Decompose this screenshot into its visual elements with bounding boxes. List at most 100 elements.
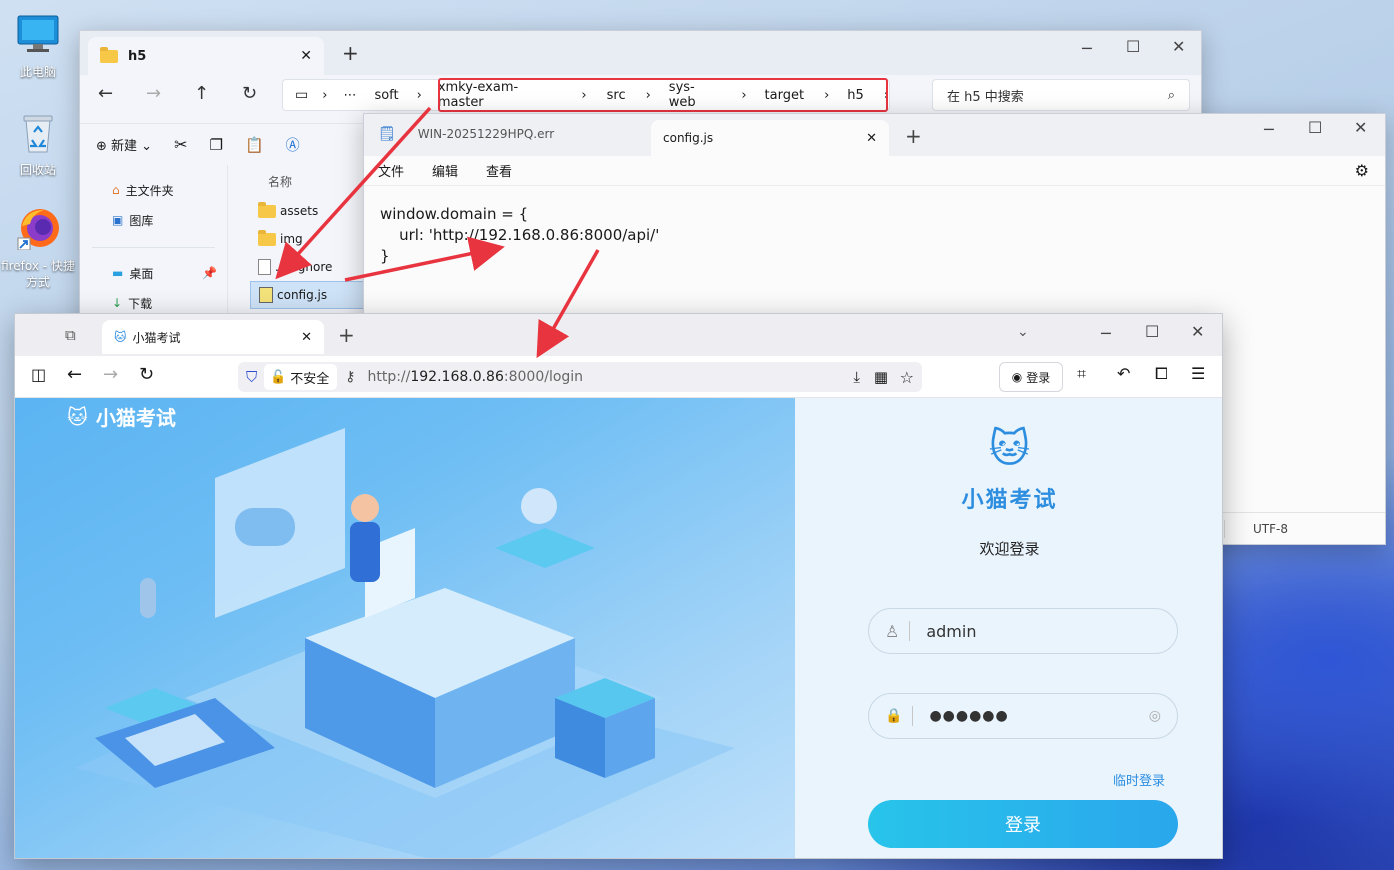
search-icon: ⌕: [1167, 87, 1175, 103]
username-field[interactable]: ♙ admin: [868, 608, 1178, 654]
insecure-lock-icon: 🔓: [270, 369, 287, 385]
nav-item-home[interactable]: ⌂ 主文件夹: [80, 175, 227, 205]
desktop-icon-this-pc[interactable]: 此电脑: [0, 12, 76, 80]
permissions-key-icon[interactable]: ⚷: [345, 369, 355, 385]
forward-icon[interactable]: →: [146, 83, 161, 104]
desktop-icon-firefox[interactable]: firefox - 快捷方式: [0, 206, 76, 290]
file-item[interactable]: .gitignore: [250, 253, 370, 281]
paste-icon[interactable]: 📋: [245, 136, 264, 154]
notepad-tab-title: config.js: [663, 131, 714, 145]
close-window-icon[interactable]: ✕: [1354, 118, 1367, 137]
new-tab-icon[interactable]: +: [338, 323, 355, 347]
close-window-icon[interactable]: ✕: [1191, 322, 1204, 341]
save-page-icon[interactable]: ⤓: [853, 368, 860, 386]
maximize-icon[interactable]: ☐: [1308, 118, 1322, 137]
copy-icon[interactable]: ❐: [209, 136, 222, 154]
folder-icon: [100, 46, 118, 63]
notepad-icon: 🗒: [378, 126, 396, 142]
lock-icon: 🔒: [885, 708, 903, 724]
isometric-office-illustration: [75, 428, 735, 858]
menu-hamburger-icon[interactable]: ☰: [1191, 364, 1205, 383]
crop-screenshot-icon[interactable]: ⌗: [1077, 364, 1086, 384]
browser-tab[interactable]: 🐱 小猫考试 ✕: [102, 320, 324, 354]
site-favicon-icon: 🐱: [114, 330, 127, 344]
chevron-down-icon[interactable]: ⌄: [1017, 324, 1029, 340]
notepad-tab-active[interactable]: config.js ✕: [651, 120, 889, 156]
tracking-shield-icon[interactable]: ⛉: [246, 368, 257, 386]
new-tab-icon[interactable]: +: [905, 124, 922, 148]
maximize-icon[interactable]: ☐: [1126, 37, 1140, 56]
back-icon[interactable]: ←: [67, 364, 82, 385]
nav-divider: [92, 247, 215, 248]
notepad-tab-bar: 🗒 WIN-20251229HPQ.err config.js ✕ + ─ ☐ …: [364, 114, 1385, 156]
hide-password-eye-icon[interactable]: ◎: [1149, 708, 1161, 724]
menu-item-view[interactable]: 查看: [486, 161, 512, 180]
sidebar-toggle-icon[interactable]: ◫: [31, 365, 46, 384]
refresh-icon[interactable]: ↻: [242, 83, 257, 104]
file-item[interactable]: img: [250, 225, 370, 253]
file-name: img: [280, 232, 303, 246]
file-name: config.js: [277, 288, 328, 302]
tab-overview-icon[interactable]: ⧉: [65, 326, 76, 344]
close-tab-icon[interactable]: ✕: [300, 48, 312, 64]
extensions-icon[interactable]: ⧠: [1155, 364, 1168, 384]
explorer-tab-bar: h5 ✕ + ─ ☐ ✕: [80, 31, 1201, 75]
welcome-text: 欢迎登录: [979, 540, 1040, 558]
pin-icon: 📌: [202, 266, 217, 280]
insecure-label: 不安全: [290, 371, 330, 387]
cut-icon[interactable]: ✂: [174, 135, 187, 154]
breadcrumb-more-icon[interactable]: ⋯: [343, 88, 356, 103]
qr-code-icon[interactable]: ▦: [874, 368, 888, 386]
insecure-indicator[interactable]: 🔓 不安全: [264, 364, 338, 390]
back-icon[interactable]: ←: [98, 83, 113, 104]
file-name: .gitignore: [275, 260, 333, 274]
up-icon[interactable]: ↑: [194, 83, 209, 104]
bookmark-star-icon[interactable]: ☆: [900, 368, 914, 387]
username-value: admin: [926, 621, 977, 641]
login-form-panel: 🐱 小猫考试 欢迎登录 ♙ admin 🔒 ●●●●●● ◎ 临时登录 登录: [795, 398, 1222, 858]
reload-icon[interactable]: ↻: [139, 364, 154, 385]
temporary-login-link[interactable]: 临时登录: [1113, 770, 1165, 789]
file-icon: [258, 259, 271, 275]
account-login-button[interactable]: ◉ 登录: [999, 362, 1063, 392]
nav-item-label: 图库: [129, 213, 154, 228]
desktop-icon-recycle-bin[interactable]: 回收站: [0, 110, 76, 178]
explorer-tab-title: h5: [128, 48, 147, 64]
explorer-tab[interactable]: h5 ✕: [88, 37, 324, 75]
login-submit-button[interactable]: 登录: [868, 800, 1178, 848]
menu-item-file[interactable]: 文件: [378, 161, 404, 180]
url-rest: :8000/login: [503, 369, 584, 385]
desktop-icon-label: 回收站: [19, 163, 56, 177]
file-item[interactable]: assets: [250, 197, 370, 225]
user-icon: ♙: [885, 621, 900, 641]
js-file-icon: [259, 287, 273, 303]
notepad-tab-inactive[interactable]: 🗒 WIN-20251229HPQ.err: [378, 126, 554, 142]
login-illustration-panel: 🐱 小猫考试: [15, 398, 795, 858]
menu-item-edit[interactable]: 编辑: [432, 161, 458, 180]
maximize-icon[interactable]: ☐: [1145, 322, 1159, 341]
file-item-selected[interactable]: config.js: [250, 281, 370, 309]
account-login-label: 登录: [1026, 370, 1051, 385]
password-field[interactable]: 🔒 ●●●●●● ◎: [868, 693, 1178, 739]
minimize-icon[interactable]: ─: [1264, 120, 1274, 139]
minimize-icon[interactable]: ─: [1101, 324, 1111, 343]
new-tab-icon[interactable]: +: [342, 41, 359, 65]
rename-icon[interactable]: Ⓐ: [286, 135, 300, 155]
breadcrumb-item[interactable]: soft: [374, 88, 398, 103]
forward-icon[interactable]: →: [103, 364, 118, 385]
editor-text-area[interactable]: window.domain = { url: 'http://192.168.0…: [364, 186, 1385, 285]
nav-item-desktop[interactable]: ▬ 桌面 📌: [80, 258, 227, 288]
new-button[interactable]: ⊕ 新建 ⌄: [96, 135, 152, 154]
close-tab-icon[interactable]: ✕: [301, 330, 312, 345]
close-window-icon[interactable]: ✕: [1172, 37, 1185, 56]
encoding-label: UTF-8: [1253, 521, 1288, 536]
settings-gear-icon[interactable]: ⚙: [1355, 161, 1369, 180]
search-input[interactable]: 在 h5 中搜索 ⌕: [932, 79, 1190, 111]
nav-item-gallery[interactable]: ▣ 图库: [80, 205, 227, 235]
url-host: 192.168.0.86: [410, 369, 504, 385]
minimize-icon[interactable]: ─: [1082, 39, 1092, 58]
undo-icon[interactable]: ↶: [1117, 364, 1130, 383]
close-tab-icon[interactable]: ✕: [866, 131, 877, 146]
column-header-name[interactable]: 名称: [250, 165, 370, 197]
url-bar[interactable]: ⛉ 🔓 不安全 ⚷ http://192.168.0.86:8000/login…: [238, 362, 922, 392]
